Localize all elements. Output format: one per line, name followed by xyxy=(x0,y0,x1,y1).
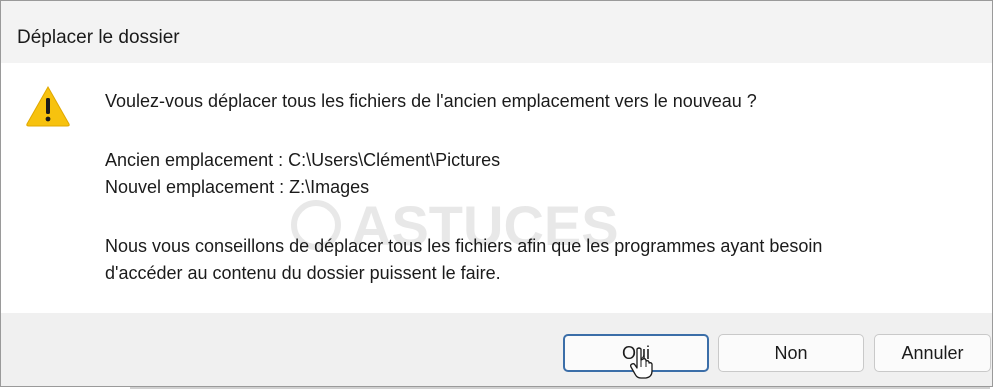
warning-icon xyxy=(26,85,70,127)
question-text: Voulez-vous déplacer tous les fichiers d… xyxy=(105,91,757,111)
new-location-text: Nouvel emplacement : Z:\Images xyxy=(105,177,370,197)
question-text-block: Voulez-vous déplacer tous les fichiers d… xyxy=(105,88,757,115)
dialog-button-bar: Oui Non Annuler xyxy=(1,313,992,386)
advice-text-line-1: Nous vous conseillons de déplacer tous l… xyxy=(105,236,823,256)
move-folder-dialog: Déplacer le dossier ASTUCES Voulez-vous … xyxy=(0,0,993,387)
dialog-title: Déplacer le dossier xyxy=(17,27,180,48)
cancel-button[interactable]: Annuler xyxy=(874,334,991,372)
dialog-body: ASTUCES Voulez-vous déplacer tous les fi… xyxy=(1,63,992,313)
hand-cursor-icon xyxy=(630,347,653,379)
advice-text-line-2: d'accéder au contenu du dossier puissent… xyxy=(105,263,501,283)
advice-block: Nous vous conseillons de déplacer tous l… xyxy=(105,233,822,287)
dialog-title-bar: Déplacer le dossier xyxy=(1,1,992,63)
no-button[interactable]: Non xyxy=(718,334,864,372)
old-location-text: Ancien emplacement : C:\Users\Clément\Pi… xyxy=(105,150,501,170)
locations-block: Ancien emplacement : C:\Users\Clément\Pi… xyxy=(105,147,500,201)
